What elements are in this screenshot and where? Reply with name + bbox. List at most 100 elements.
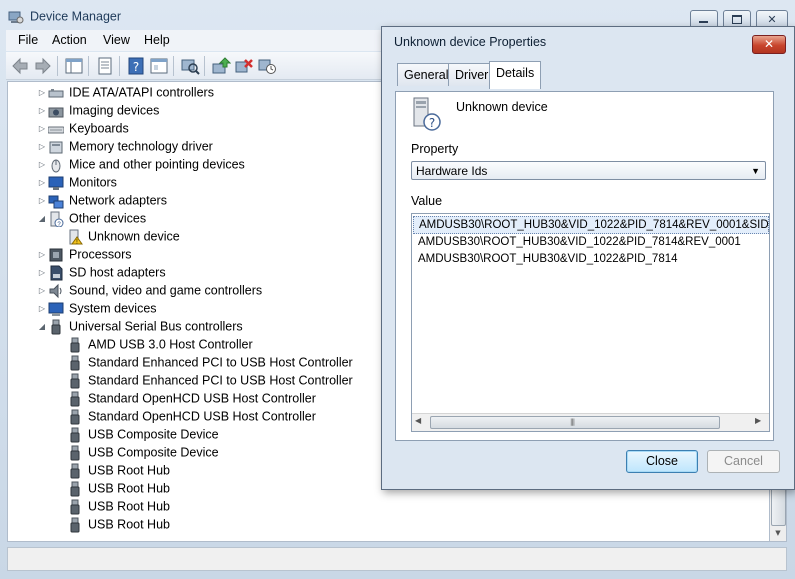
tree-item-label: Mice and other pointing devices (69, 157, 245, 172)
usb-plug-icon (70, 409, 80, 425)
cancel-button[interactable]: Cancel (707, 450, 780, 473)
back-arrow-icon[interactable] (10, 56, 30, 76)
usb-plug-icon (70, 517, 80, 533)
tree-item[interactable]: ▷ Memory technology driver (36, 137, 213, 155)
expand-arrow-icon[interactable]: ▷ (36, 84, 48, 102)
tree-item[interactable]: ◢? Other devices (36, 209, 146, 227)
tree-item[interactable]: ◢ Universal Serial Bus controllers (36, 317, 243, 335)
system-icon (48, 302, 64, 316)
tree-item[interactable]: USB Root Hub (55, 497, 170, 515)
tree-item-label: Universal Serial Bus controllers (69, 319, 243, 334)
expand-arrow-icon[interactable]: ▷ (36, 120, 48, 138)
update-driver-icon[interactable] (211, 56, 231, 76)
tab-details[interactable]: Details (489, 61, 542, 89)
tree-item[interactable]: ▷ Processors (36, 245, 132, 263)
expand-arrow-icon[interactable]: ▷ (36, 156, 48, 174)
tree-item[interactable]: USB Composite Device (55, 425, 219, 443)
tree-item-label: USB Root Hub (88, 499, 170, 514)
usb-plug-icon (70, 463, 80, 479)
tree-item[interactable]: USB Root Hub (55, 479, 170, 497)
tree-item[interactable]: Standard Enhanced PCI to USB Host Contro… (55, 353, 353, 371)
scroll-down-icon[interactable]: ▼ (771, 527, 785, 539)
menu-file[interactable]: File (18, 33, 38, 47)
close-icon: ✕ (763, 37, 775, 51)
expand-arrow-icon[interactable]: ▷ (36, 264, 48, 282)
value-item[interactable]: AMDUSB30\ROOT_HUB30&VID_1022&PID_7814&RE… (418, 234, 741, 250)
forward-arrow-icon[interactable] (33, 56, 53, 76)
expand-arrow-icon[interactable]: ▷ (36, 192, 48, 210)
usb-plug-icon (70, 481, 80, 497)
tree-item-label: Keyboards (69, 121, 129, 136)
tree-item-label: Standard OpenHCD USB Host Controller (88, 409, 316, 424)
tree-item[interactable]: USB Root Hub (55, 515, 170, 533)
menu-view[interactable]: View (103, 33, 130, 47)
tree-item-label: SD host adapters (69, 265, 166, 280)
tree-item[interactable]: ! Unknown device (55, 227, 180, 245)
tree-item-label: Memory technology driver (69, 139, 213, 154)
tree-item[interactable]: ▷ Sound, video and game controllers (36, 281, 262, 299)
device-name: Unknown device (456, 100, 548, 114)
tree-item[interactable]: ▷ Imaging devices (36, 101, 159, 119)
expand-arrow-icon[interactable]: ▷ (36, 282, 48, 300)
tree-item[interactable]: ▷ Monitors (36, 173, 117, 191)
collapse-arrow-icon[interactable]: ◢ (36, 210, 48, 228)
tree-item[interactable]: ▷ Mice and other pointing devices (36, 155, 245, 173)
svg-text:?: ? (133, 60, 139, 74)
tree-item-label: USB Composite Device (88, 445, 219, 460)
expand-arrow-icon[interactable]: ▷ (36, 174, 48, 192)
mouse-icon (51, 159, 61, 173)
monitor-icon (48, 176, 64, 190)
expand-arrow-icon[interactable]: ▷ (36, 246, 48, 264)
show-hide-console-tree-icon[interactable] (64, 56, 84, 76)
svg-text:?: ? (429, 116, 435, 130)
tree-item[interactable]: AMD USB 3.0 Host Controller (55, 335, 253, 353)
close-button[interactable]: Close (626, 450, 698, 473)
toolbar-separator (88, 56, 89, 76)
keyboard-icon (48, 126, 64, 134)
expand-arrow-icon[interactable]: ▷ (36, 138, 48, 156)
tree-item[interactable]: ▷ SD host adapters (36, 263, 166, 281)
value-item[interactable]: AMDUSB30\ROOT_HUB30&VID_1022&PID_7814&RE… (413, 216, 769, 234)
expand-arrow-icon[interactable]: ▷ (36, 102, 48, 120)
value-list[interactable]: AMDUSB30\ROOT_HUB30&VID_1022&PID_7814&RE… (411, 213, 770, 432)
tree-item-label: Network adapters (69, 193, 167, 208)
camera-icon (48, 107, 64, 118)
tree-item[interactable]: Standard OpenHCD USB Host Controller (55, 407, 316, 425)
uninstall-icon[interactable] (234, 56, 254, 76)
collapse-arrow-icon[interactable]: ◢ (36, 318, 48, 336)
unknown-device-icon: ? (413, 97, 441, 131)
property-dropdown[interactable]: Hardware Ids ▼ (411, 161, 766, 180)
tree-item[interactable]: USB Root Hub (55, 461, 170, 479)
usb-plug-icon (70, 427, 80, 443)
usb-plug-icon (70, 391, 80, 407)
tree-item[interactable]: ▷ Keyboards (36, 119, 129, 137)
scan-hardware-icon[interactable] (180, 56, 200, 76)
scroll-left-icon[interactable]: ◀ (415, 416, 421, 425)
tree-item[interactable]: Standard Enhanced PCI to USB Host Contro… (55, 371, 353, 389)
menu-help[interactable]: Help (144, 33, 170, 47)
tree-item-label: Processors (69, 247, 132, 262)
value-item[interactable]: AMDUSB30\ROOT_HUB30&VID_1022&PID_7814 (418, 251, 678, 267)
view-pane-icon[interactable] (149, 56, 169, 76)
scroll-thumb[interactable]: ||| (430, 416, 720, 429)
tree-item[interactable]: ▷ Network adapters (36, 191, 167, 209)
scroll-right-icon[interactable]: ▶ (755, 416, 761, 425)
tab-general[interactable]: General (397, 63, 456, 86)
usb-plug-icon (70, 373, 80, 389)
disable-device-icon[interactable] (257, 56, 277, 76)
tree-item[interactable]: USB Composite Device (55, 443, 219, 461)
property-label: Property (411, 142, 459, 156)
tree-item[interactable]: Standard OpenHCD USB Host Controller (55, 389, 316, 407)
value-horizontal-scrollbar[interactable]: ◀ ||| ▶ (412, 413, 769, 431)
dialog-close-button[interactable]: ✕ (752, 35, 786, 54)
properties-sheet-icon[interactable] (95, 56, 115, 76)
grip-icon: ||| (570, 418, 575, 426)
sd-card-icon (50, 265, 63, 281)
menu-action[interactable]: Action (52, 33, 87, 47)
property-selected-value: Hardware Ids (416, 164, 488, 178)
expand-arrow-icon[interactable]: ▷ (36, 300, 48, 318)
tree-item[interactable]: ▷ System devices (36, 299, 157, 317)
help-icon[interactable]: ? (126, 56, 146, 76)
tree-item-label: Standard Enhanced PCI to USB Host Contro… (88, 355, 353, 370)
tree-item[interactable]: ▷ IDE ATA/ATAPI controllers (36, 83, 214, 101)
